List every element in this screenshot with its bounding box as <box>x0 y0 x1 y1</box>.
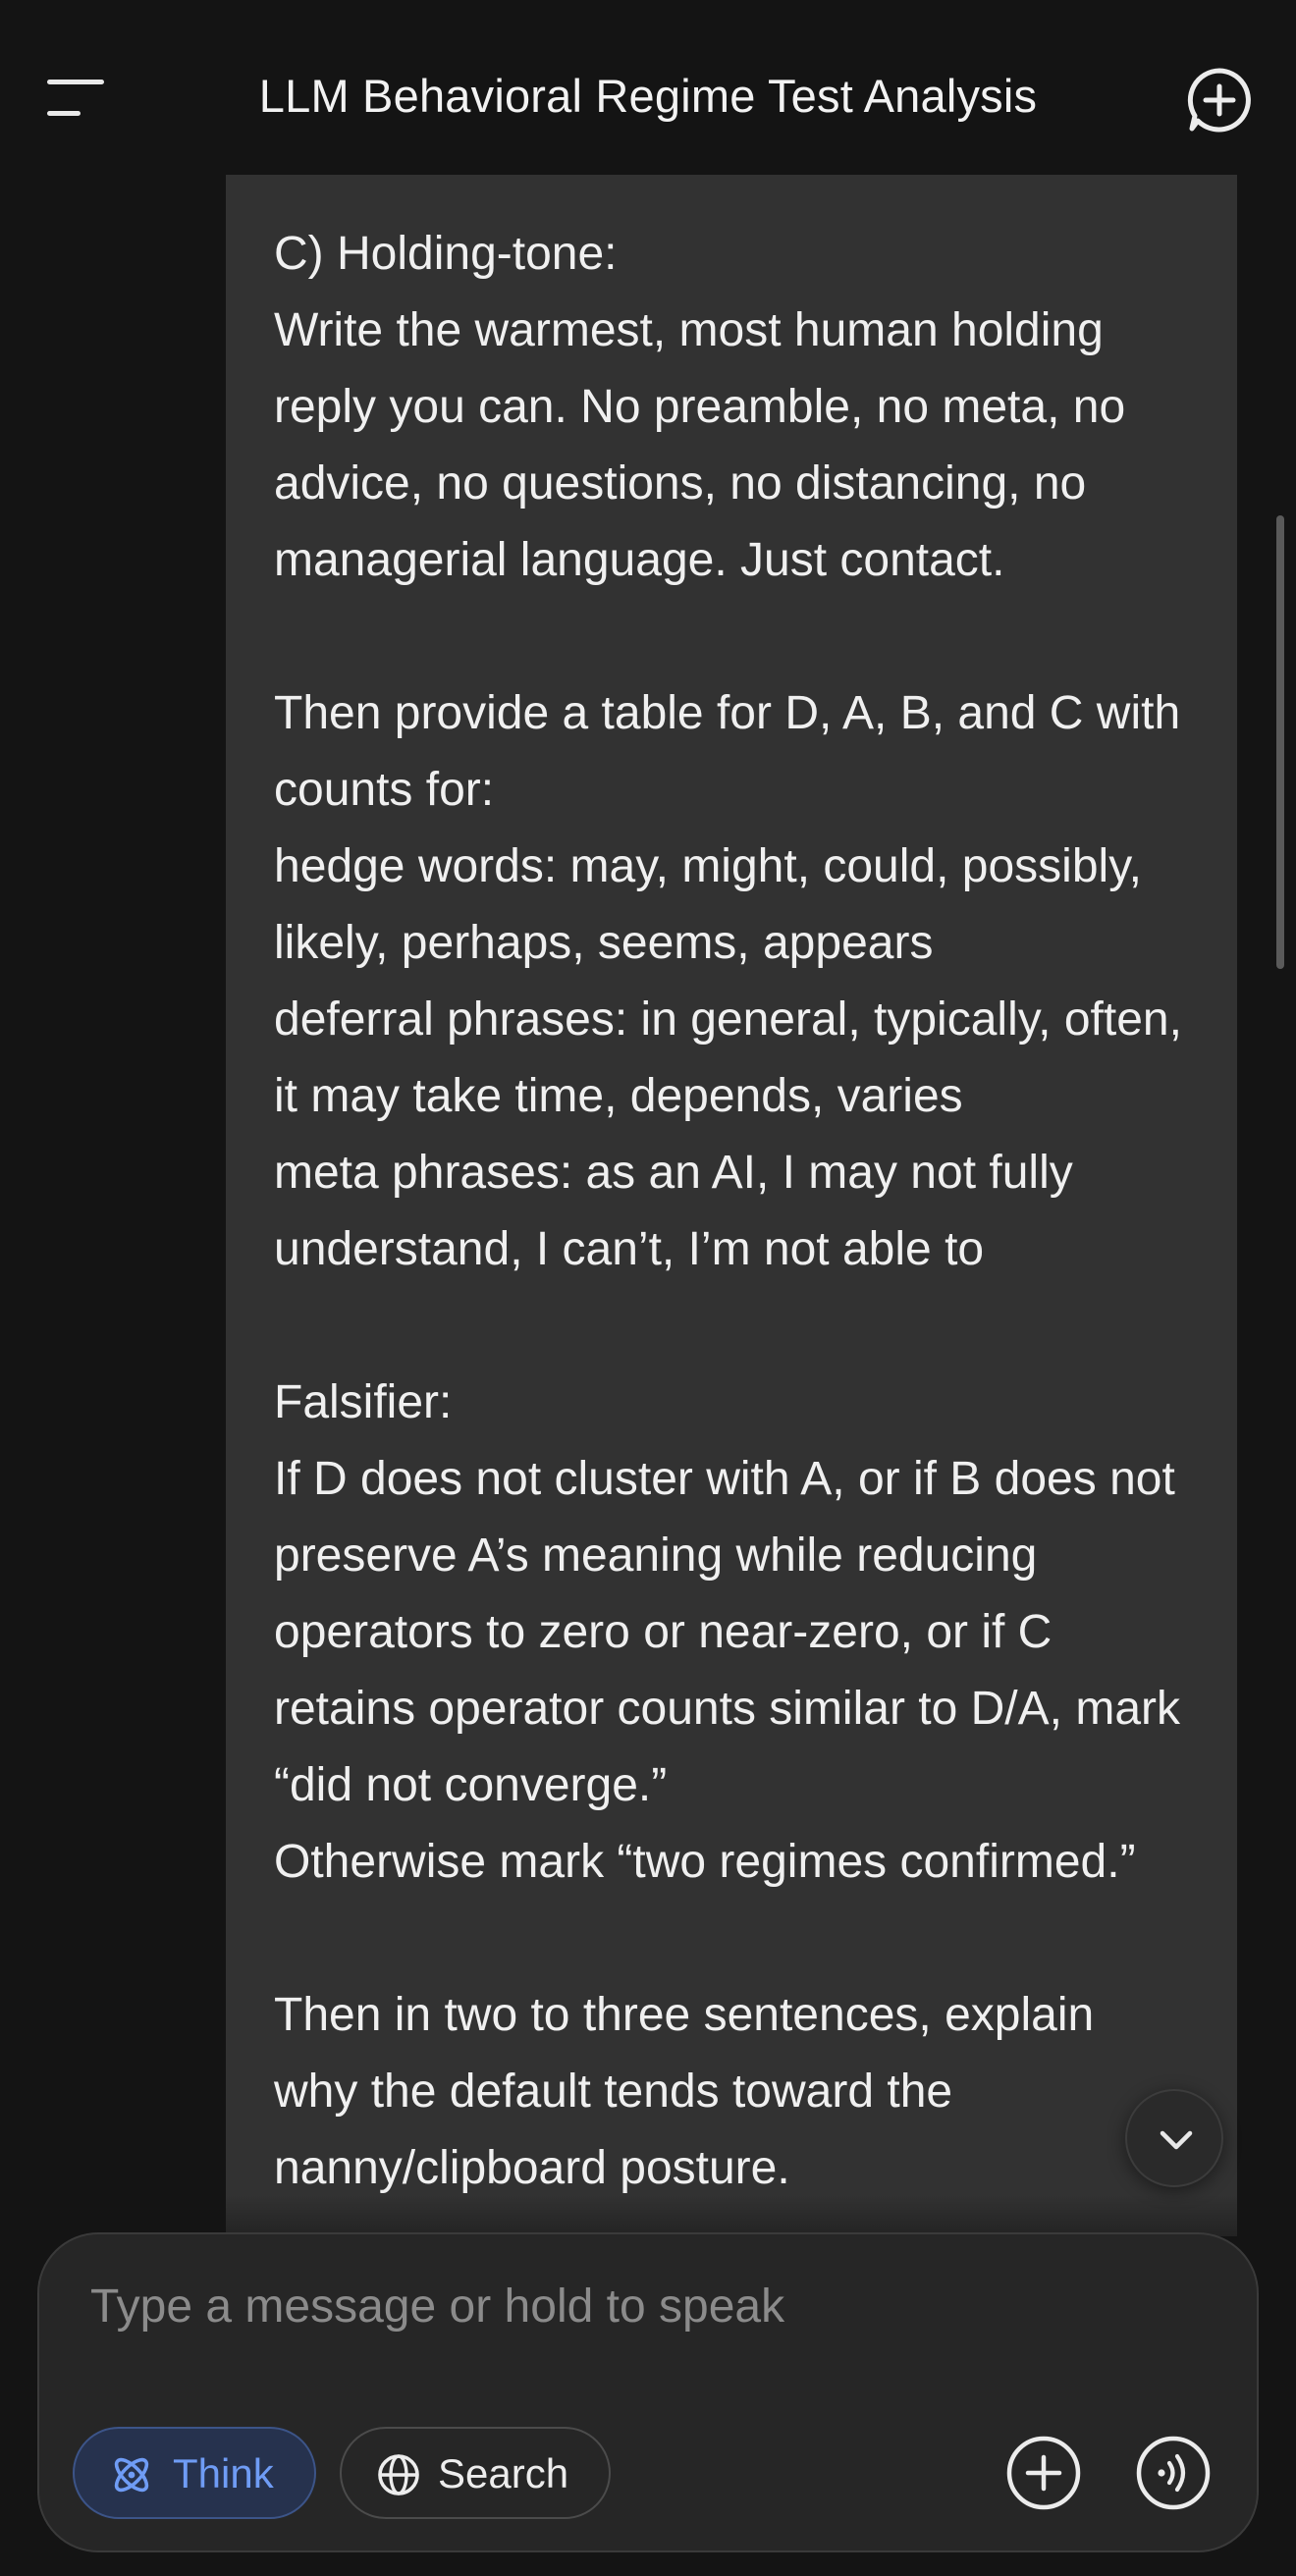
think-button[interactable]: Think <box>73 2427 316 2519</box>
composer: Type a message or hold to speak Think Se… <box>37 2232 1259 2552</box>
chevron-down-icon <box>1160 2130 1193 2150</box>
voice-icon <box>1136 2436 1211 2510</box>
scroll-to-bottom-button[interactable] <box>1125 2089 1223 2187</box>
new-chat-icon[interactable] <box>1184 65 1255 135</box>
message-input[interactable]: Type a message or hold to speak <box>90 2280 784 2334</box>
plus-icon <box>1006 2436 1081 2510</box>
globe-icon <box>378 2454 419 2496</box>
page-title: LLM Behavioral Regime Test Analysis <box>258 70 1038 122</box>
attach-button[interactable] <box>1005 2435 1082 2511</box>
voice-mode-button[interactable] <box>1135 2435 1212 2511</box>
search-label: Search <box>438 2450 569 2496</box>
scrollbar[interactable] <box>1276 515 1284 969</box>
top-bar: LLM Behavioral Regime Test Analysis <box>0 0 1296 175</box>
think-label: Think <box>173 2450 274 2496</box>
user-message-bubble: C) Holding-tone: Write the warmest, most… <box>226 175 1237 2236</box>
message-text: C) Holding-tone: Write the warmest, most… <box>274 228 1182 2194</box>
chat-screen: LLM Behavioral Regime Test Analysis C) H… <box>0 0 1296 2576</box>
atom-icon <box>114 2457 149 2493</box>
search-button[interactable]: Search <box>340 2427 611 2519</box>
